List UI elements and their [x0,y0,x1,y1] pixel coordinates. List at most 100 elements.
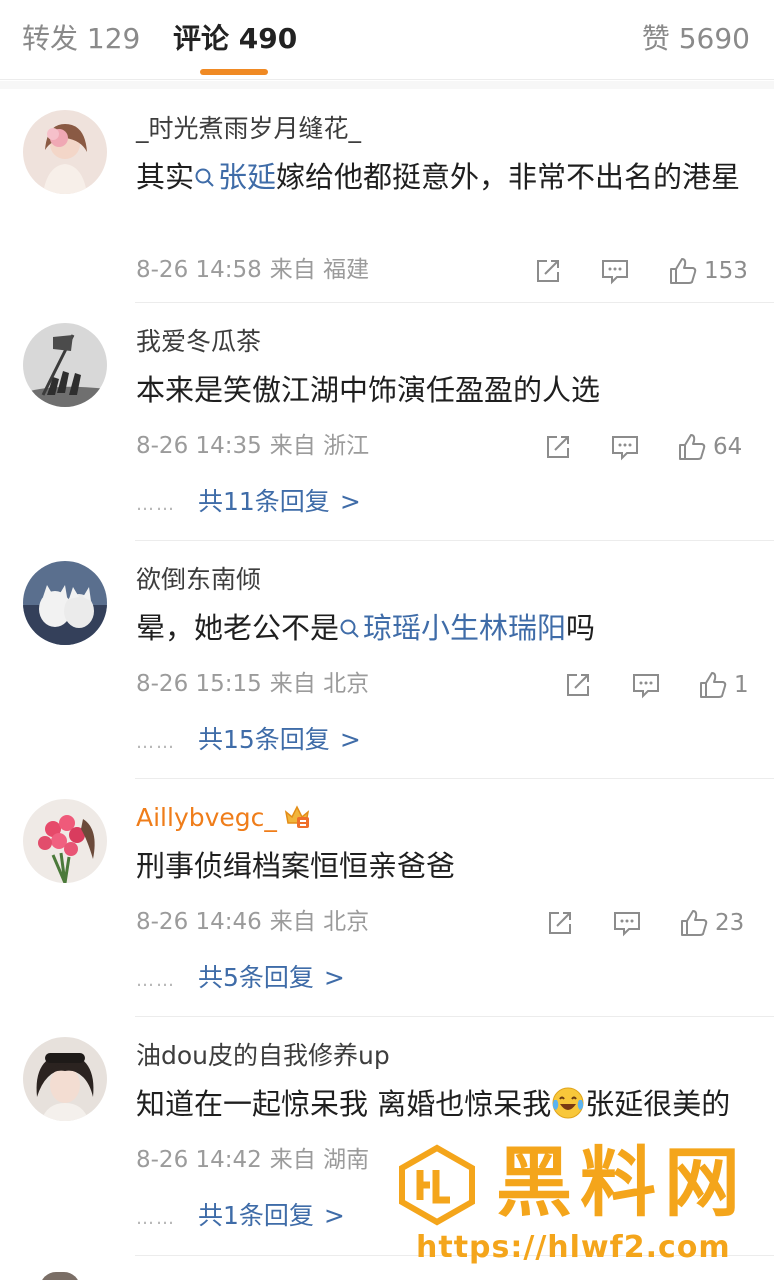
like-button[interactable]: 64 [677,430,742,462]
comment-meta: 8-26 14:35 来自 浙江 [136,430,369,462]
reply-dots: …… [136,494,176,515]
comment-text-part: 吗 [566,611,596,645]
comment-text-part: 其实 [136,160,195,194]
username[interactable]: 我爱冬瓜茶 [136,325,261,359]
comment-icon [614,911,640,936]
like-button[interactable]: 23 [679,906,744,938]
thumbs-up-icon [700,671,727,698]
avatar[interactable] [23,799,107,883]
comment-text: 知道在一起惊呆我 离婚也惊呆我 张延很美的 [136,1082,746,1126]
divider [135,778,774,779]
tab-repost[interactable]: 转发 129 [22,20,140,58]
watermark-text: 黑料网 [496,1138,748,1227]
reply-count: 共15条回复 [198,725,330,754]
reply-count: 共11条回复 [198,487,330,516]
reply-dots: …… [136,970,176,991]
comment-source: 来自 福建 [269,257,370,283]
chevron-right-icon: > [339,725,361,754]
view-replies-link[interactable]: …… 共5条回复 > [136,961,345,998]
reply-count: 共1条回复 [198,1201,314,1230]
username[interactable]: Aillybvegc_ [136,801,311,835]
comment-text-part: 知道在一起惊呆我 离婚也惊呆我 [136,1087,552,1121]
reply-count: 共5条回复 [198,963,314,992]
search-icon [195,168,214,187]
username[interactable]: 油dou皮的自我修养up [136,1039,390,1073]
topic-link[interactable]: 琼瑶小生林瑞阳 [339,611,566,645]
reply-button[interactable] [600,254,630,286]
tab-likes[interactable]: 赞 5690 [642,20,750,58]
chevron-right-icon: > [323,1201,345,1230]
username-label: Aillybvegc_ [136,803,277,832]
section-gap [0,81,774,89]
username[interactable]: _时光煮雨岁月缝花_ [136,112,361,146]
reply-button[interactable] [610,430,640,462]
share-button[interactable] [563,668,593,700]
share-button[interactable] [543,430,573,462]
like-count: 1 [734,671,749,698]
username[interactable]: 欲倒东南倾 [136,563,261,597]
woman-with-flowers-avatar-icon [23,110,107,194]
like-count: 153 [704,257,748,284]
white-cats-avatar-icon [23,561,107,645]
comment-date: 8-26 14:58 [136,257,262,283]
thumbs-up-icon [670,257,697,284]
comment-text: 刑事侦缉档案恒恒亲爸爸 [136,849,456,883]
flag-raising-avatar-icon [23,323,107,407]
reply-button[interactable] [631,668,661,700]
avatar[interactable] [23,561,107,645]
comment-meta: 8-26 14:46 来自 北京 [136,906,369,938]
like-button[interactable]: 1 [698,668,749,700]
comment-source: 来自 湖南 [269,1147,370,1173]
view-replies-link[interactable]: …… 共1条回复 > [136,1199,345,1236]
share-icon [547,435,569,458]
share-button[interactable] [533,254,563,286]
next-comment-avatar-partial [40,1272,80,1280]
chevron-right-icon: > [339,487,361,516]
comment-icon [612,435,638,460]
comment-text: 其实 张延嫁给他都挺意外，非常不出名的港星 [136,155,746,199]
divider [135,1016,774,1017]
comment-text-part: 嫁给他都挺意外，非常不出名的港星 [276,160,741,194]
comment-text-part: 晕，她老公不是 [136,611,340,645]
like-count: 64 [713,433,743,460]
thumbs-up-icon [679,433,706,460]
avatar[interactable] [23,1037,107,1121]
share-icon [537,259,559,282]
thumbs-up-icon [681,909,708,936]
laughing-crying-emoji-icon [552,1087,584,1119]
comment-icon [602,259,628,284]
chevron-right-icon: > [323,963,345,992]
avatar[interactable] [23,110,107,194]
vip-crown-icon [284,805,310,828]
reply-dots: …… [136,732,176,753]
tab-comments[interactable]: 评论 490 [173,20,297,58]
avatar[interactable] [23,323,107,407]
comment-date: 8-26 14:42 [136,1147,262,1173]
comment-date: 8-26 14:35 [136,433,262,459]
watermark-url: https://hlwf2.com [416,1230,731,1265]
comment-text: 晕，她老公不是 琼瑶小生林瑞阳吗 [136,606,746,650]
view-replies-link[interactable]: …… 共11条回复 > [136,485,361,522]
share-icon [549,911,571,934]
comment-source: 来自 浙江 [269,433,370,459]
watermark-logo-icon [399,1144,475,1226]
comment-meta: 8-26 14:58 来自 福建 [136,254,369,286]
divider [135,302,774,303]
topic-link[interactable]: 张延 [194,160,276,194]
reply-button[interactable] [612,906,642,938]
reply-dots: …… [136,1208,176,1229]
like-button[interactable]: 153 [668,254,748,286]
pink-roses-avatar-icon [23,799,107,883]
comment-text-part: 张延很美的 [585,1087,731,1121]
like-count: 23 [715,909,745,936]
comment-text: 本来是笑傲江湖中饰演任盈盈的人选 [136,373,601,407]
comment-source: 来自 北京 [269,671,370,697]
divider [135,540,774,541]
view-replies-link[interactable]: …… 共15条回复 > [136,723,361,760]
watermark: 黑料网 https://hlwf2.com [396,1136,766,1266]
comment-meta: 8-26 14:42 来自 湖南 [136,1144,369,1176]
comment-date: 8-26 15:15 [136,671,262,697]
share-button[interactable] [545,906,575,938]
comment-date: 8-26 14:46 [136,909,262,935]
topic-label: 张延 [218,160,277,194]
